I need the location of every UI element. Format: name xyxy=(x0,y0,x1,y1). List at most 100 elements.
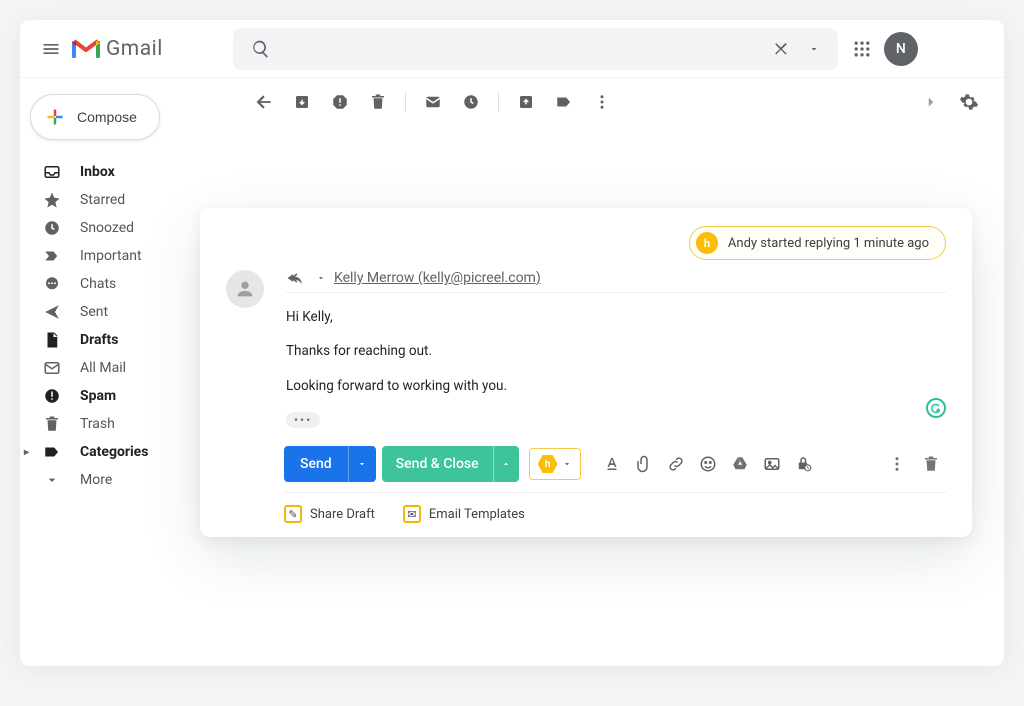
avatar-initial: N xyxy=(896,41,906,57)
report-spam-button[interactable] xyxy=(323,85,357,119)
sidebar-item-label: Trash xyxy=(80,416,115,432)
search-icon[interactable] xyxy=(241,39,281,59)
send-button[interactable]: Send xyxy=(284,446,376,482)
reply-row: Kelly Merrow (kelly@picreel.com) Hi Kell… xyxy=(200,270,972,430)
topbar-right: N xyxy=(852,32,918,66)
sidebar: Compose Inbox Starred xyxy=(20,78,225,666)
reply-type-dropdown[interactable] xyxy=(316,273,326,283)
grammarly-icon xyxy=(930,402,942,414)
snooze-button[interactable] xyxy=(454,85,488,119)
clock-icon xyxy=(462,93,480,111)
send-and-close-button[interactable]: Send & Close xyxy=(382,446,519,482)
body-line: Hi Kelly, xyxy=(286,307,946,327)
move-to-button[interactable] xyxy=(509,85,543,119)
sidebar-item-trash[interactable]: Trash xyxy=(20,410,225,438)
sidebar-item-label: More xyxy=(80,472,112,488)
sidebar-item-allmail[interactable]: All Mail xyxy=(20,354,225,382)
compose-more-button[interactable] xyxy=(882,449,912,479)
account-avatar[interactable]: N xyxy=(884,32,918,66)
main-menu-button[interactable] xyxy=(30,39,72,59)
person-icon xyxy=(234,278,256,300)
archive-button[interactable] xyxy=(285,85,319,119)
hiver-share-row: Share Draft Email Templates xyxy=(284,492,946,523)
insert-link-button[interactable] xyxy=(661,449,691,479)
sidebar-item-sent[interactable]: Sent xyxy=(20,298,225,326)
apps-grid-icon xyxy=(852,39,872,59)
brand-name: Gmail xyxy=(106,37,163,61)
recipient-line[interactable]: Kelly Merrow (kelly@picreel.com) xyxy=(286,270,946,293)
share-draft-icon xyxy=(284,505,302,523)
search-bar[interactable] xyxy=(233,28,838,70)
discard-draft-button[interactable] xyxy=(916,449,946,479)
sidebar-item-spam[interactable]: Spam xyxy=(20,382,225,410)
sidebar-item-categories[interactable]: ▸ Categories xyxy=(20,438,225,466)
chevron-up-icon xyxy=(501,459,511,469)
search-options-button[interactable] xyxy=(798,43,830,55)
text-format-button[interactable] xyxy=(597,449,627,479)
hiver-dropdown[interactable]: h xyxy=(529,448,581,480)
more-vert-icon xyxy=(593,93,611,111)
sidebar-item-label: Drafts xyxy=(80,332,118,348)
trash-icon xyxy=(42,415,62,433)
back-button[interactable] xyxy=(247,85,281,119)
next-page-button[interactable] xyxy=(914,85,948,119)
labels-button[interactable] xyxy=(547,85,581,119)
compose-action-bar: Send Send & Close h xyxy=(284,446,946,482)
grammarly-badge[interactable] xyxy=(926,398,946,418)
hiver-badge-icon: h xyxy=(696,232,718,254)
compose-body[interactable]: Hi Kelly, Thanks for reaching out. Looki… xyxy=(286,307,946,430)
recipient-avatar[interactable] xyxy=(226,270,264,308)
label-icon xyxy=(555,93,573,111)
collaboration-activity-pill[interactable]: h Andy started replying 1 minute ago xyxy=(689,226,946,260)
text-format-icon xyxy=(603,455,621,473)
formatting-toolbar xyxy=(597,449,819,479)
archive-icon xyxy=(293,93,311,111)
inbox-icon xyxy=(42,163,62,181)
compose-trailing-actions xyxy=(882,449,946,479)
sidebar-item-inbox[interactable]: Inbox xyxy=(20,158,225,186)
compose-button[interactable]: Compose xyxy=(30,94,160,140)
reply-all-icon[interactable] xyxy=(286,270,308,286)
mail-unread-icon xyxy=(424,93,442,111)
activity-text: Andy started replying 1 minute ago xyxy=(728,236,929,251)
confidential-mode-button[interactable] xyxy=(789,449,819,479)
email-templates-icon xyxy=(403,505,421,523)
sidebar-item-drafts[interactable]: Drafts xyxy=(20,326,225,354)
share-draft-label: Share Draft xyxy=(310,507,375,522)
gmail-m-icon xyxy=(72,38,100,60)
image-icon xyxy=(763,455,781,473)
send-close-options-dropdown[interactable] xyxy=(493,446,519,482)
sidebar-item-label: Categories xyxy=(80,444,148,460)
mark-unread-button[interactable] xyxy=(416,85,450,119)
delete-button[interactable] xyxy=(361,85,395,119)
show-trimmed-content-button[interactable]: ••• xyxy=(286,412,320,428)
more-actions-button[interactable] xyxy=(585,85,619,119)
insert-emoji-button[interactable] xyxy=(693,449,723,479)
attach-file-button[interactable] xyxy=(629,449,659,479)
chats-icon xyxy=(42,275,62,293)
sidebar-item-starred[interactable]: Starred xyxy=(20,186,225,214)
sidebar-item-snoozed[interactable]: Snoozed xyxy=(20,214,225,242)
sidebar-item-label: Spam xyxy=(80,388,116,404)
clear-search-button[interactable] xyxy=(766,40,798,58)
google-apps-button[interactable] xyxy=(852,39,872,59)
recipient-name[interactable]: Kelly Merrow (kelly@picreel.com) xyxy=(334,270,541,286)
settings-button[interactable] xyxy=(952,85,986,119)
sidebar-item-more[interactable]: More xyxy=(20,466,225,494)
sent-icon xyxy=(42,303,62,321)
clock-icon xyxy=(42,219,62,237)
email-templates-label: Email Templates xyxy=(429,507,525,522)
chevron-down-icon xyxy=(42,472,62,488)
insert-drive-button[interactable] xyxy=(725,449,755,479)
insert-photo-button[interactable] xyxy=(757,449,787,479)
send-options-dropdown[interactable] xyxy=(348,446,376,482)
expand-caret-icon: ▸ xyxy=(24,447,29,458)
email-templates-button[interactable]: Email Templates xyxy=(403,505,525,523)
chevron-right-icon xyxy=(922,93,940,111)
mail-icon xyxy=(42,359,62,377)
sidebar-item-chats[interactable]: Chats xyxy=(20,270,225,298)
sidebar-item-important[interactable]: Important xyxy=(20,242,225,270)
share-draft-button[interactable]: Share Draft xyxy=(284,505,375,523)
gmail-logo[interactable]: Gmail xyxy=(72,37,163,61)
compose-label: Compose xyxy=(77,109,137,125)
